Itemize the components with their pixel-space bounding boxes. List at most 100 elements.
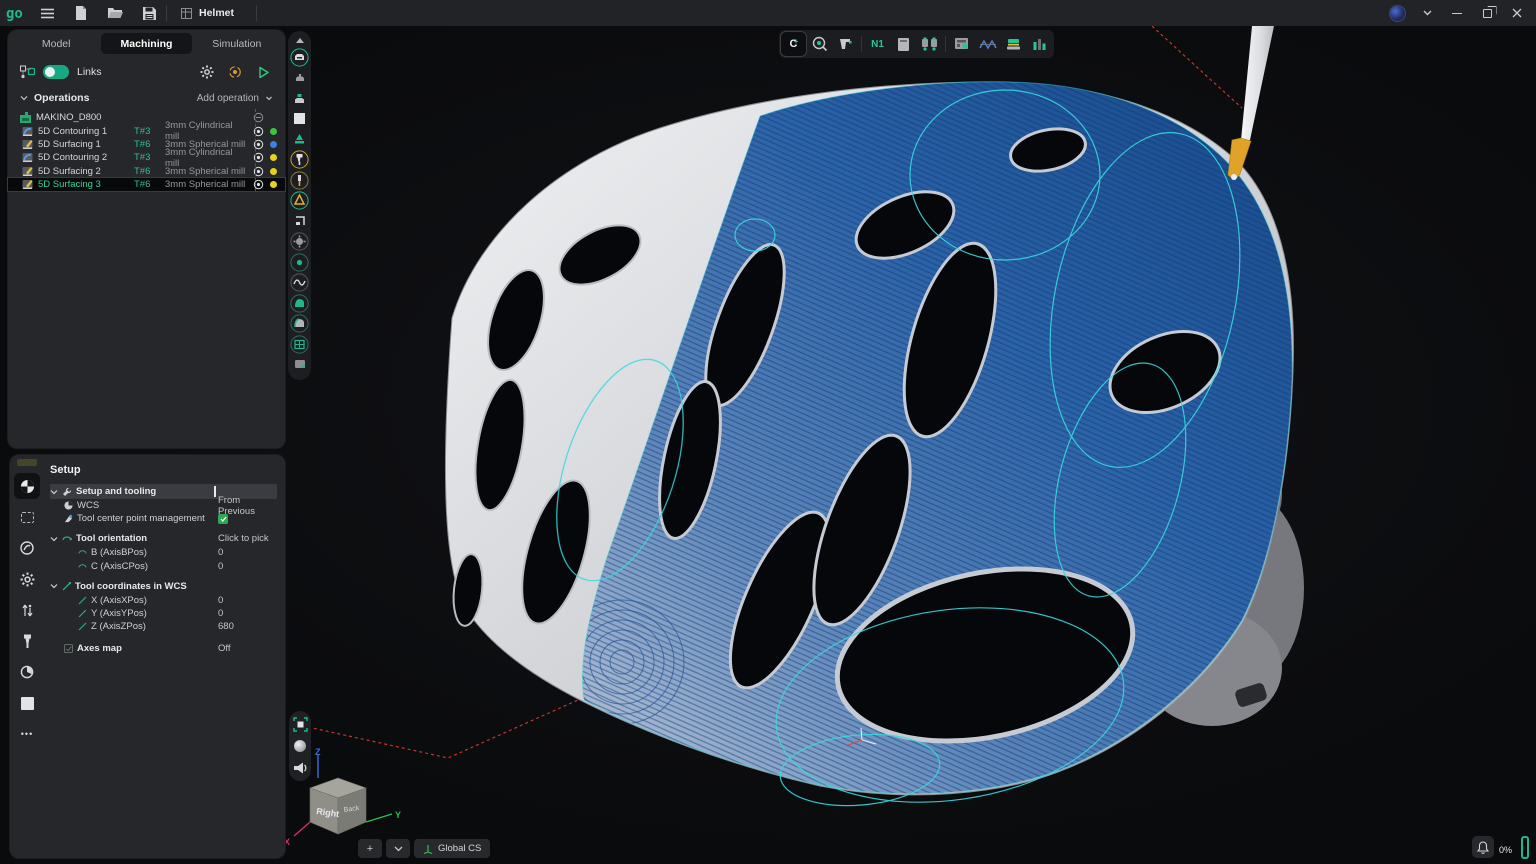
toolpath-target-icon[interactable] [252, 152, 265, 163]
axis-x-row[interactable]: X (AxisXPos) 0 [50, 594, 277, 607]
tcp-row[interactable]: Tool center point management [50, 512, 277, 525]
nc-code-button[interactable]: N1 [865, 32, 890, 56]
axis-b-value[interactable]: 0 [218, 547, 223, 558]
points-icon[interactable] [289, 252, 310, 273]
scroll-up-icon[interactable] [289, 34, 310, 47]
status-dot [270, 168, 277, 175]
axis-y-row[interactable]: Y (AxisYPos) 0 [50, 607, 277, 620]
tab-machining[interactable]: Machining [101, 33, 191, 54]
surface-icon[interactable] [289, 293, 310, 314]
add-operation-button[interactable]: Add operation [197, 93, 259, 104]
machine-stock-icon[interactable] [289, 88, 310, 109]
layers-button[interactable] [1001, 32, 1026, 56]
tool-yellow-icon[interactable] [289, 150, 310, 171]
axes-map-row[interactable]: Axes map Off [50, 641, 277, 656]
orientation-pick[interactable]: Click to pick [218, 533, 269, 544]
axis-x-value[interactable]: 0 [218, 595, 223, 606]
toolpath-target-icon[interactable] [252, 139, 265, 150]
stock-box-icon[interactable] [289, 109, 310, 130]
machine-sim-button[interactable] [949, 32, 974, 56]
operation-row-selected[interactable]: 5D Surfacing 3 T#6 3mm Spherical mill [8, 178, 285, 191]
cs-dropdown-button[interactable] [386, 839, 410, 858]
rotary-icon[interactable] [14, 659, 40, 685]
axis-z-row[interactable]: Z (AxisZPos) 680 [50, 620, 277, 633]
axis-c-row[interactable]: C (AxisCPos) 0 [50, 560, 277, 573]
maximize-button[interactable] [1472, 0, 1502, 26]
settings-gear-icon[interactable] [14, 566, 40, 592]
tab-simulation[interactable]: Simulation [192, 33, 282, 54]
operation-name: 5D Surfacing 1 [38, 139, 129, 150]
thread-gear-icon[interactable] [289, 232, 310, 253]
tab-model[interactable]: Model [11, 33, 101, 54]
c-axis-button[interactable]: C + [781, 32, 806, 56]
group-tool-orientation[interactable]: Tool orientation Click to pick [50, 531, 277, 546]
faces-icon[interactable] [289, 314, 310, 335]
account-avatar[interactable] [1382, 0, 1412, 26]
axes-map-value[interactable]: Off [218, 643, 231, 654]
tcp-checkbox[interactable] [218, 514, 228, 524]
holder-icon[interactable] [289, 191, 310, 212]
simulation-toolbar: C + N1 [779, 30, 1054, 58]
chip-icon[interactable] [289, 355, 310, 376]
more-ellipsis-icon[interactable]: ••• [14, 721, 40, 747]
mesh-grid-icon[interactable] [289, 334, 310, 355]
toolpath-target-icon[interactable] [252, 166, 265, 177]
stock-cone-icon[interactable] [289, 129, 310, 150]
operation-row[interactable]: 5D Contouring 1 T#3 3mm Cylindrical mill [8, 124, 285, 137]
tool-mill-icon[interactable] [14, 628, 40, 654]
fit-view-icon[interactable] [291, 715, 309, 733]
regenerate-button[interactable] [225, 62, 245, 82]
wcs-quadrant-icon[interactable] [14, 473, 40, 499]
shaded-sphere-icon[interactable] [291, 737, 309, 755]
run-button[interactable] [253, 62, 273, 82]
app-logo[interactable]: go [0, 0, 30, 26]
pocket-frame-icon[interactable] [289, 211, 310, 232]
axis-travel-icon[interactable] [14, 597, 40, 623]
open-file-button[interactable] [98, 0, 132, 26]
save-button[interactable] [132, 0, 166, 26]
new-file-button[interactable] [64, 0, 98, 26]
document-tab[interactable]: Helmet [167, 0, 256, 26]
account-chevron-button[interactable] [1412, 0, 1442, 26]
toolpath-target-icon[interactable] [252, 179, 265, 190]
chevron-down-icon[interactable] [20, 94, 28, 102]
curve-icon[interactable] [289, 273, 310, 294]
tool-pair-button[interactable] [917, 32, 942, 56]
links-row: Links [8, 57, 285, 87]
group-tool-coordinates[interactable]: Tool coordinates in WCS [50, 579, 277, 594]
toolpath-target-icon[interactable] [252, 126, 265, 137]
chevron-down-icon[interactable] [50, 582, 58, 590]
stock-solid-icon[interactable] [14, 690, 40, 716]
caliper-button[interactable] [833, 32, 858, 56]
operation-row[interactable]: 5D Contouring 2 T#3 3mm Cylindrical mill [8, 151, 285, 164]
axis-c-value[interactable]: 0 [218, 561, 223, 572]
machine-icon[interactable] [289, 68, 310, 89]
stock-boundary-icon[interactable] [14, 504, 40, 530]
analysis-button[interactable] [975, 32, 1000, 56]
tool-shank-icon[interactable] [289, 170, 310, 191]
links-toggle[interactable] [43, 65, 69, 79]
minimize-button[interactable] [1442, 0, 1472, 26]
notifications-button[interactable] [1472, 836, 1494, 858]
projection-icon[interactable] [291, 759, 309, 777]
wcs-row[interactable]: WCS From Previous [50, 499, 277, 512]
chevron-down-icon[interactable] [50, 488, 58, 496]
axis-z-value[interactable]: 680 [218, 621, 234, 632]
machine-housing-icon[interactable] [289, 47, 310, 68]
axis-b-row[interactable]: B (AxisBPos) 0 [50, 546, 277, 559]
probe-gauge-button[interactable] [807, 32, 832, 56]
main-menu-button[interactable] [30, 0, 64, 26]
add-cs-button[interactable]: + [358, 839, 382, 858]
operations-panel: Model Machining Simulation Links [8, 30, 285, 448]
operation-row[interactable]: 5D Surfacing 2 T#6 3mm Spherical mill [8, 165, 285, 178]
close-button[interactable] [1502, 0, 1532, 26]
statistics-button[interactable] [1027, 32, 1052, 56]
sheet-button[interactable] [891, 32, 916, 56]
visibility-icon[interactable] [252, 112, 265, 123]
axis-y-value[interactable]: 0 [218, 608, 223, 619]
chevron-down-icon[interactable] [265, 94, 273, 102]
global-cs-button[interactable]: Global CS [414, 839, 490, 858]
chevron-down-icon[interactable] [50, 535, 58, 543]
links-settings-button[interactable] [197, 62, 217, 82]
machining-disc-icon[interactable] [14, 535, 40, 561]
